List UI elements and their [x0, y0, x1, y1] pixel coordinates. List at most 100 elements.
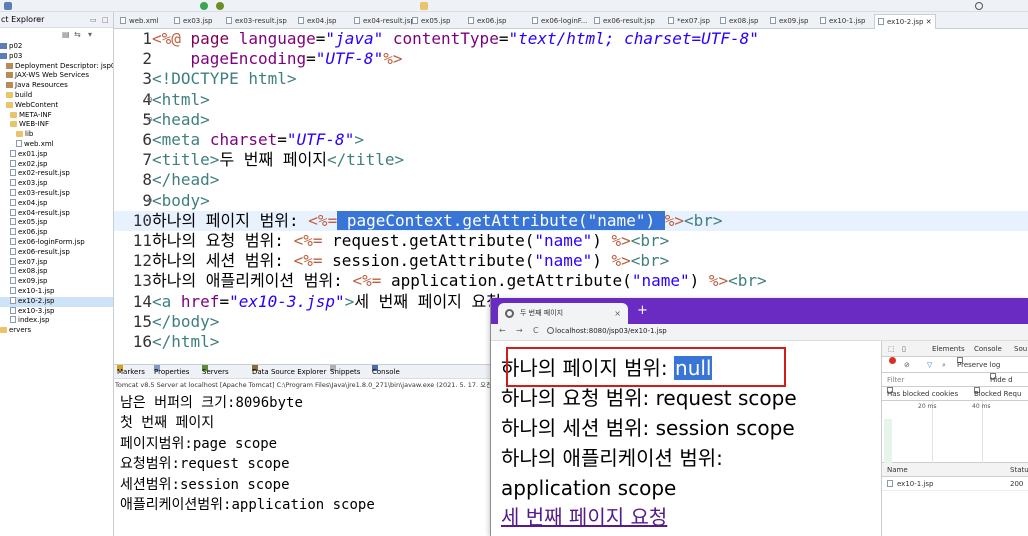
file-icon	[10, 149, 16, 157]
search-icon[interactable]: ⌕	[942, 357, 946, 373]
tree-item[interactable]: WEB-INF	[0, 120, 113, 130]
editor-tab[interactable]: web.xml	[120, 15, 159, 27]
tree-item[interactable]: ex09.jsp	[0, 277, 113, 287]
new-tab-button[interactable]: +	[637, 304, 648, 318]
inspect-icon[interactable]: ⬚	[888, 341, 895, 357]
tree-item[interactable]: ex10-2.jsp	[0, 296, 113, 307]
explorer-toolbar: ▤ ⇆ ▾	[0, 28, 113, 42]
tab-console[interactable]: Console	[974, 341, 1002, 357]
tree-item-label: lib	[25, 130, 34, 139]
browser-tab[interactable]: 두 번째 페이지 ×	[498, 303, 628, 324]
editor-tab[interactable]: ex03.jsp	[174, 15, 213, 27]
close-icon[interactable]: ✕	[923, 18, 932, 26]
tree-item[interactable]: p03	[0, 52, 113, 62]
tree-item[interactable]: Deployment Descriptor: jsp03	[0, 62, 113, 72]
tree-item[interactable]: build	[0, 91, 113, 101]
code-line: 10 하나의 페이지 범위: <%= pageContext.getAttribu…	[114, 210, 1028, 231]
tree-item[interactable]: ex02.jsp	[0, 159, 113, 170]
back-arrow-icon[interactable]: ←	[499, 326, 506, 335]
search-icon[interactable]	[975, 2, 983, 10]
tree-item[interactable]: ex06-result.jsp	[0, 247, 113, 258]
editor-tab[interactable]: ex03-result.jsp	[226, 15, 287, 27]
tree-item[interactable]: ex10-1.jsp	[0, 286, 113, 297]
tree-item[interactable]: WebContent	[0, 101, 113, 111]
tab-elements[interactable]: Elements	[932, 341, 965, 357]
file-icon	[10, 257, 16, 265]
link-editor-icon[interactable]: ⇆	[74, 30, 81, 39]
editor-tab-label: ex06-result.jsp	[603, 17, 655, 25]
network-row[interactable]: ex10-1.jsp 200	[882, 477, 1028, 491]
save-icon[interactable]	[4, 2, 12, 10]
line-number: 8	[142, 170, 152, 190]
console-line: 요청범위:request scope	[120, 456, 290, 473]
reload-icon[interactable]: C	[533, 326, 539, 335]
col-name[interactable]: Name	[887, 463, 908, 477]
editor-tab[interactable]: ex08.jsp	[720, 15, 759, 27]
close-tab-icon[interactable]: ×	[614, 303, 621, 324]
folder-icon	[0, 327, 7, 334]
tree-item[interactable]: Java Resources	[0, 81, 113, 91]
timeline-tick: 20 ms	[918, 403, 937, 410]
debug-icon[interactable]	[216, 2, 224, 10]
highlight-box	[506, 347, 786, 387]
folder-icon	[6, 101, 13, 108]
line-number: 3	[142, 69, 152, 89]
tree-item[interactable]: ex04.jsp	[0, 198, 113, 209]
maximize-icon[interactable]: □	[102, 12, 109, 28]
tree-item[interactable]: ex07.jsp	[0, 257, 113, 268]
editor-tab[interactable]: ex04.jsp	[298, 15, 337, 27]
tree-item[interactable]: ex03.jsp	[0, 179, 113, 189]
device-icon[interactable]: ▯	[902, 341, 906, 357]
info-icon	[547, 327, 554, 334]
third-page-link[interactable]: 세 번째 페이지 요청	[501, 505, 667, 529]
ide-toolbar	[0, 0, 1028, 12]
editor-tab[interactable]: ex10-1.jsp	[820, 15, 865, 27]
tree-item[interactable]: ex01.jsp	[0, 149, 113, 160]
new-icon[interactable]	[420, 2, 428, 10]
minimize-icon[interactable]: ▭	[90, 12, 97, 28]
forward-arrow-icon[interactable]: →	[516, 326, 523, 335]
editor-scrollbar[interactable]	[116, 29, 122, 363]
editor-tab[interactable]: ex06.jsp	[468, 15, 507, 27]
tree-item[interactable]: web.xml	[0, 139, 113, 150]
filter-icon[interactable]: ▽	[927, 357, 932, 373]
tree-item[interactable]: lib	[0, 130, 113, 140]
tree-item[interactable]: index.jsp	[0, 316, 113, 326]
tree-item[interactable]: JAX-WS Web Services	[0, 71, 113, 81]
clear-icon[interactable]: ⊘	[904, 357, 910, 373]
tree-item[interactable]: ex05.jsp	[0, 218, 113, 228]
editor-tab[interactable]: ex05.jsp	[412, 15, 451, 27]
run-icon[interactable]	[200, 2, 208, 10]
collapse-all-icon[interactable]: ▤	[62, 30, 70, 39]
tree-item[interactable]: ex06-loginForm.jsp	[0, 237, 113, 248]
console-status: Tomcat v8.5 Server at localhost [Apache …	[115, 381, 490, 389]
address-bar[interactable]: localhost:8080/jsp03/ex10-1.jsp	[555, 327, 667, 335]
close-icon[interactable]: ✕	[36, 12, 42, 28]
col-status[interactable]: Statu	[1010, 463, 1028, 477]
tree-item[interactable]: ex04-result.jsp	[0, 208, 113, 219]
editor-tab[interactable]: ex06-loginF...	[532, 15, 587, 27]
editor-tab[interactable]: *ex07.jsp	[668, 15, 710, 27]
tree-item[interactable]: ex02-result.jsp	[0, 169, 113, 179]
folder-icon	[10, 121, 17, 128]
browser-tab-strip: 두 번째 페이지 × +	[491, 298, 1028, 324]
editor-tab[interactable]: ex10-2.jsp ✕	[874, 14, 936, 29]
file-icon	[354, 17, 360, 24]
tab-sources[interactable]: Sou	[1014, 341, 1027, 357]
editor-tab[interactable]: ex09.jsp	[770, 15, 809, 27]
tree-item[interactable]: ex08.jsp	[0, 267, 113, 277]
tree-item[interactable]: META-INF	[0, 111, 113, 121]
tree-item[interactable]: ex10-3.jsp	[0, 306, 113, 317]
tree-item[interactable]: ex06.jsp	[0, 228, 113, 238]
editor-tab[interactable]: ex06-result.jsp	[594, 15, 655, 27]
tree-item[interactable]: p02	[0, 42, 113, 52]
tree-item[interactable]: ex03-result.jsp	[0, 188, 113, 199]
filter-input[interactable]: Filter	[887, 373, 904, 387]
file-icon	[887, 480, 893, 487]
view-menu-icon[interactable]: ▾	[88, 30, 92, 39]
tree-item-label: ervers	[9, 326, 32, 335]
tree-item[interactable]: ervers	[0, 326, 113, 336]
editor-tab[interactable]: ex04-result.jsp	[354, 15, 415, 27]
file-icon	[720, 17, 726, 24]
row-name: ex10-1.jsp	[897, 480, 934, 488]
